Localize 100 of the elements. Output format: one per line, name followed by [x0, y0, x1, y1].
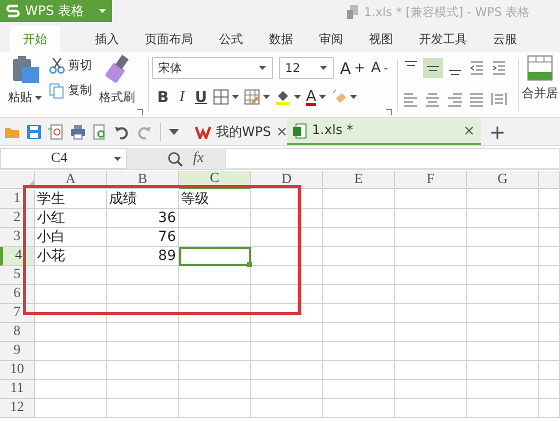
close-tab-icon[interactable]: × — [276, 124, 288, 140]
row-header[interactable]: 4 — [0, 247, 35, 266]
table-cell — [467, 247, 539, 266]
font-color-button[interactable]: A — [306, 88, 326, 106]
row-header[interactable]: 1 — [0, 190, 35, 209]
dialog-launcher-icon[interactable] — [386, 109, 392, 115]
row-header[interactable]: 5 — [0, 266, 35, 285]
caret-icon — [35, 96, 42, 100]
cell-format-button[interactable] — [244, 89, 270, 105]
align-icon — [402, 91, 419, 107]
row-header[interactable]: 9 — [0, 342, 35, 361]
table-cell — [323, 399, 395, 418]
close-tab-icon[interactable]: × — [463, 122, 475, 138]
table-cell — [107, 399, 179, 418]
table-cell: 36 — [107, 209, 179, 228]
table-cell — [539, 285, 560, 304]
format-painter-button[interactable]: 格式刷 — [95, 55, 139, 117]
row-header[interactable]: 12 — [0, 399, 35, 418]
row-header[interactable]: 8 — [0, 323, 35, 342]
table-cell — [467, 361, 539, 380]
paint-bucket-icon — [275, 89, 291, 105]
ribbon-tab[interactable]: 云服 — [480, 26, 517, 52]
merge-center-button[interactable]: 合并居 — [522, 55, 558, 117]
ribbon-tab[interactable]: 审阅 — [306, 26, 356, 52]
caret-icon — [259, 66, 266, 70]
caret-icon — [99, 9, 106, 13]
w-logo-icon — [195, 124, 211, 138]
table-cell — [539, 342, 560, 361]
row-header[interactable]: 11 — [0, 380, 35, 399]
bold-button[interactable]: B — [156, 88, 170, 106]
borders-button[interactable] — [213, 89, 239, 105]
table-cell — [251, 342, 323, 361]
table-cell — [251, 209, 323, 228]
eraser-icon — [331, 89, 348, 105]
copy-icon — [49, 82, 65, 98]
ribbon-tab[interactable]: 页面布局 — [132, 26, 206, 52]
paste-button[interactable]: 粘贴 — [4, 55, 46, 117]
table-cell — [323, 304, 395, 323]
column-header[interactable]: G — [467, 171, 539, 189]
formula-input[interactable] — [225, 148, 560, 169]
ribbon-tab[interactable]: 开发工具 — [406, 26, 480, 52]
table-cell — [323, 228, 395, 247]
outdent-icon — [468, 60, 485, 76]
align-icon — [404, 61, 417, 66]
caret-icon — [350, 95, 358, 99]
caret-icon — [232, 95, 239, 99]
table-cell: 小花 — [35, 247, 107, 266]
document-tab[interactable]: 我的WPS × — [189, 118, 287, 145]
table-cell — [107, 342, 179, 361]
dropdown-icon[interactable] — [169, 128, 179, 134]
table-cell — [107, 380, 179, 399]
font-size-field[interactable]: 12 — [279, 57, 334, 79]
clear-format-button[interactable] — [331, 89, 358, 105]
spreadsheet-icon — [293, 122, 307, 138]
table-cell — [179, 361, 251, 380]
row-header[interactable]: 7 — [0, 304, 35, 323]
table-cell — [323, 209, 395, 228]
table-cell — [251, 247, 323, 266]
table-cell — [467, 342, 539, 361]
table-cell: 小红 — [35, 209, 107, 228]
export-pdf-icon[interactable] — [48, 124, 64, 140]
table-cell — [35, 361, 107, 380]
ribbon-tab[interactable]: 视图 — [356, 26, 406, 52]
insert-function-button[interactable]: fx — [193, 150, 204, 167]
column-header[interactable]: F — [395, 171, 467, 189]
caret-icon — [263, 95, 270, 99]
row-header[interactable]: 3 — [0, 228, 35, 247]
table-cell — [35, 380, 107, 399]
table-cell — [251, 266, 323, 285]
align-middle-button[interactable] — [422, 58, 443, 78]
document-tab[interactable]: 1.xls * × — [287, 118, 481, 145]
align-icon — [448, 70, 461, 75]
row-header[interactable]: 2 — [0, 209, 35, 228]
select-all-corner[interactable] — [0, 171, 35, 189]
ribbon-tab[interactable]: 公式 — [206, 26, 256, 52]
underline-button[interactable]: U — [194, 88, 208, 106]
name-box[interactable]: C4 — [0, 148, 127, 169]
save-icon[interactable] — [26, 124, 42, 140]
ribbon-tab[interactable]: 开始 — [10, 26, 60, 52]
dialog-launcher-icon[interactable] — [137, 109, 143, 115]
column-header[interactable]: E — [323, 171, 395, 189]
selected-cell[interactable] — [179, 247, 251, 266]
fill-handle[interactable] — [247, 262, 252, 267]
table-cell — [179, 285, 251, 304]
new-tab-button[interactable]: + — [489, 122, 506, 142]
ribbon-tab[interactable]: 插入 — [82, 26, 132, 52]
font-name-field[interactable]: 宋体 — [152, 57, 273, 79]
row-header[interactable]: 10 — [0, 361, 35, 380]
zoom-icon[interactable] — [167, 150, 183, 166]
table-cell — [35, 399, 107, 418]
italic-button[interactable]: I — [175, 88, 189, 106]
row-header[interactable]: 6 — [0, 285, 35, 304]
table-cell — [35, 304, 107, 323]
cut-button[interactable]: 剪切 — [49, 57, 92, 74]
copy-button[interactable]: 复制 — [49, 82, 92, 99]
ribbon-tab[interactable]: 数据 — [256, 26, 306, 52]
print-icon[interactable] — [70, 124, 86, 140]
table-cell — [179, 228, 251, 247]
align-icon — [446, 91, 463, 107]
fill-color-button[interactable] — [275, 89, 301, 105]
